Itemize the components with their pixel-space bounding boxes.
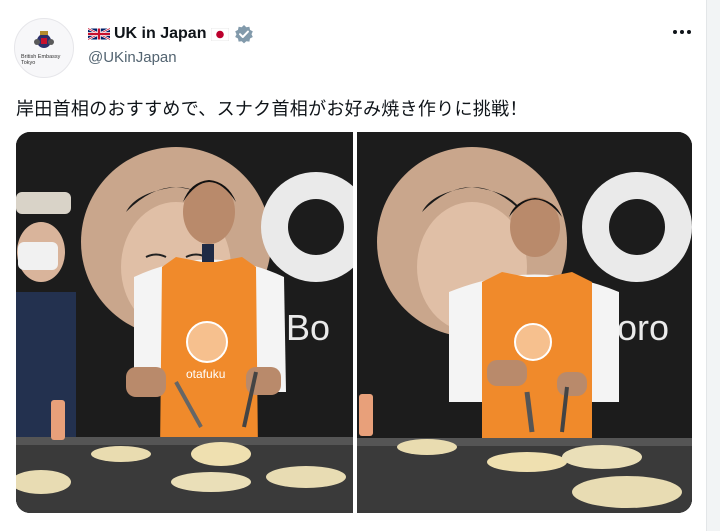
tweet-media[interactable]: O Bo otafuku O Boro (16, 132, 692, 513)
royal-crest-icon (34, 31, 54, 48)
window-edge (706, 0, 720, 531)
tweet-text: 岸田首相のおすすめで、スナク首相がお好み焼き作りに挑戦！ (16, 99, 528, 120)
author-handle[interactable]: @UKinJapan (88, 49, 177, 66)
photo-right[interactable]: O Boro (357, 132, 692, 513)
more-dot-icon (687, 30, 691, 34)
sign-word: Bo (286, 307, 330, 348)
verified-badge-icon (235, 25, 254, 44)
more-dot-icon (680, 30, 684, 34)
photo-left[interactable]: O Bo otafuku (16, 132, 353, 513)
avatar[interactable]: British Embassy Tokyo (14, 18, 74, 78)
author-display-name[interactable]: UK in Japan (114, 25, 206, 43)
japan-flag-icon (211, 27, 230, 41)
more-options-button[interactable] (670, 22, 694, 42)
uk-flag-icon (88, 27, 110, 41)
more-dot-icon (673, 30, 677, 34)
avatar-caption: British Embassy Tokyo (21, 54, 61, 66)
apron-text: otafuku (186, 367, 225, 381)
author-name-row[interactable]: UK in Japan (88, 24, 254, 44)
